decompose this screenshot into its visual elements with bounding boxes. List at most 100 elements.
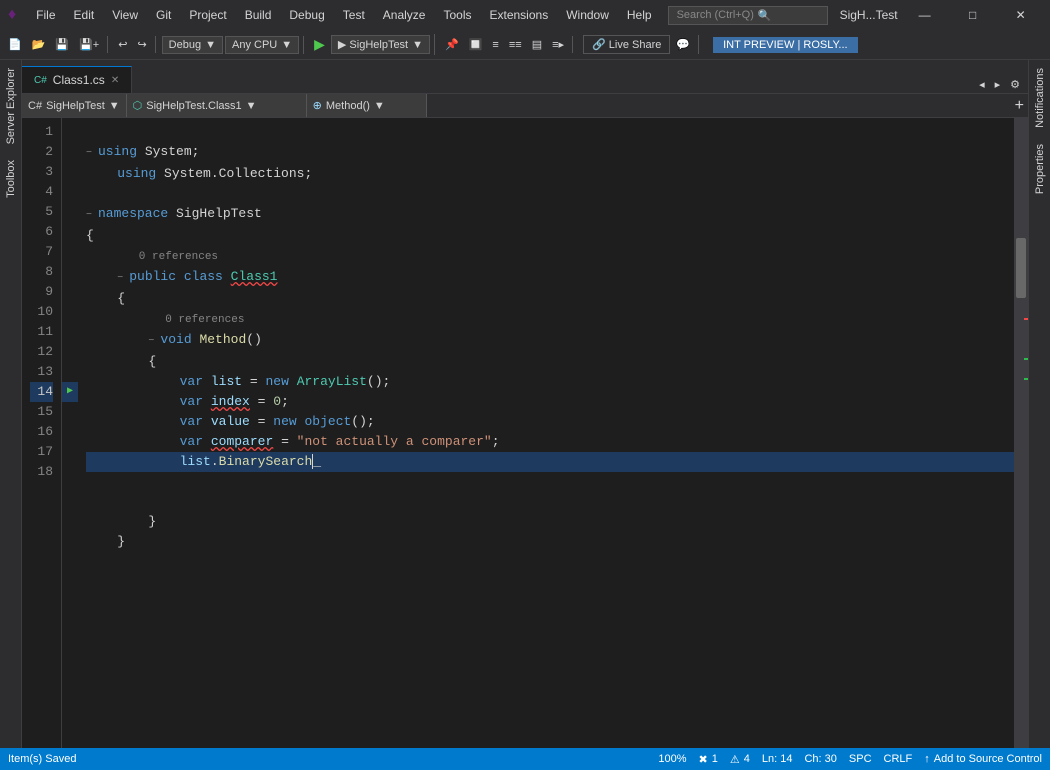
chevron-down-icon: ▼: [281, 39, 292, 51]
run-target-dropdown[interactable]: ▶ SigHelpTest ▼: [331, 35, 430, 54]
sidebar-toolbox[interactable]: Toolbox: [1, 152, 21, 206]
tab-filename: Class1.cs: [53, 73, 105, 87]
tool3-btn[interactable]: ▤: [528, 36, 546, 53]
active-tab[interactable]: C# Class1.cs ✕: [22, 66, 132, 93]
chevron-down-icon: ▼: [374, 100, 385, 112]
menu-build[interactable]: Build: [237, 6, 280, 24]
code-line-8-refs: 0 references: [86, 314, 244, 326]
live-share-btn[interactable]: 🔗 Live Share: [583, 35, 670, 54]
toolbar: 📄 📂 💾 💾+ ↩ ↪ Debug ▼ Any CPU ▼ ▶ ▶ SigHe…: [0, 30, 1050, 60]
scrollbar-thumb[interactable]: [1016, 238, 1026, 298]
code-content[interactable]: −using System; using System.Collections;…: [78, 118, 1014, 748]
toolbar-debug-group: Debug ▼ Any CPU ▼: [162, 36, 304, 54]
chevron-down-icon: ▼: [412, 39, 423, 51]
source-control-item[interactable]: ↑ Add to Source Control: [924, 753, 1042, 765]
window-controls: — □ ✕: [902, 0, 1044, 30]
feedback-btn[interactable]: 💬: [672, 36, 694, 53]
new-project-btn[interactable]: 📄: [4, 36, 26, 53]
source-control-icon: ↑: [924, 753, 930, 765]
line-col: Ln: 14: [762, 753, 793, 765]
tab-settings[interactable]: ⚙: [1006, 76, 1024, 93]
window-title: SigH...Test: [840, 8, 898, 22]
toolbar-liveshare-group: 🔗 Live Share 💬: [583, 35, 699, 54]
code-line-14: list.BinarySearch_: [86, 452, 1014, 472]
error-value: 1: [712, 753, 718, 765]
run-btn[interactable]: ▶: [310, 34, 329, 55]
spc-value: SPC: [849, 753, 872, 765]
scrollbar-right[interactable]: [1014, 118, 1028, 748]
items-saved-text: Item(s) Saved: [8, 753, 76, 765]
error-count[interactable]: ✖ 1: [699, 753, 718, 766]
menu-help[interactable]: Help: [619, 6, 660, 24]
code-line-4: −namespace SigHelpTest: [86, 206, 262, 221]
warning-count[interactable]: ⚠ 4: [730, 753, 750, 766]
ch-value-item: Ch: 30: [804, 753, 836, 765]
class-name: SigHelpTest.Class1: [146, 100, 241, 112]
menu-analyze[interactable]: Analyze: [375, 6, 434, 24]
menu-test[interactable]: Test: [335, 6, 373, 24]
menu-view[interactable]: View: [104, 6, 146, 24]
code-line-2: using System.Collections;: [86, 166, 312, 181]
save-btn[interactable]: 💾: [51, 36, 73, 53]
right-sidebar: Notifications Properties: [1028, 60, 1050, 748]
maximize-button[interactable]: □: [950, 0, 996, 30]
code-line-6-refs: 0 references: [86, 251, 218, 263]
open-btn[interactable]: 📂: [28, 36, 50, 53]
search-box[interactable]: Search (Ctrl+Q) 🔍: [668, 6, 828, 25]
project-icon: C#: [28, 100, 42, 112]
crlf-item[interactable]: CRLF: [884, 753, 913, 765]
pin-btn[interactable]: 📌: [441, 36, 463, 53]
code-line-17: }: [86, 534, 125, 549]
tool4-btn[interactable]: ≡▸: [548, 36, 568, 53]
redo-btn[interactable]: ↪: [133, 36, 150, 53]
menu-file[interactable]: File: [28, 6, 63, 24]
close-button[interactable]: ✕: [998, 0, 1044, 30]
sidebar-properties[interactable]: Properties: [1030, 136, 1050, 202]
title-bar: ♦ File Edit View Git Project Build Debug…: [0, 0, 1050, 30]
line-numbers: 1 2 3 4 5 6 7 8 9 10 11 12 13 14 15 16 1…: [22, 118, 62, 748]
member-name: Method(): [326, 100, 370, 112]
tab-scroll-right[interactable]: ▸: [991, 76, 1005, 93]
code-line-18: [86, 554, 94, 569]
code-line-10: var list = new ArrayList();: [86, 374, 390, 389]
toolbar-new-group: 📄 📂 💾 💾+: [4, 36, 108, 53]
menu-extensions[interactable]: Extensions: [482, 6, 557, 24]
save-all-btn[interactable]: 💾+: [75, 36, 103, 53]
undo-btn[interactable]: ↩: [114, 36, 131, 53]
debug-config-dropdown[interactable]: Debug ▼: [162, 36, 223, 54]
code-line-16: }: [86, 514, 156, 529]
sidebar-server-explorer[interactable]: Server Explorer: [1, 60, 21, 152]
editor-area: C# Class1.cs ✕ ◂ ▸ ⚙ C# SigHelpTest ▼ ⬡ …: [22, 60, 1028, 748]
crlf-value: CRLF: [884, 753, 913, 765]
class-icon: ⬡: [133, 99, 143, 112]
tool1-btn[interactable]: ≡: [488, 37, 502, 53]
code-line-13: var comparer = "not actually a comparer"…: [86, 434, 500, 449]
project-dropdown[interactable]: C# SigHelpTest ▼: [22, 94, 127, 117]
search-icon: 🔍: [758, 9, 772, 22]
spc-item[interactable]: SPC: [849, 753, 872, 765]
zoom-level[interactable]: 100%: [658, 753, 686, 765]
sidebar-notifications[interactable]: Notifications: [1030, 60, 1050, 136]
tab-scroll-left[interactable]: ◂: [975, 76, 989, 93]
diag-btn[interactable]: 🔲: [465, 36, 487, 53]
menu-project[interactable]: Project: [181, 6, 234, 24]
int-preview-btn[interactable]: INT PREVIEW | ROSLY...: [713, 37, 858, 53]
zoom-value: 100%: [658, 753, 686, 765]
tab-close-btn[interactable]: ✕: [111, 75, 119, 86]
chevron-down-icon: ▼: [205, 39, 216, 51]
menu-edit[interactable]: Edit: [66, 6, 103, 24]
nav-add-btn[interactable]: +: [1011, 95, 1028, 117]
tool2-btn[interactable]: ≡≡: [505, 37, 526, 53]
member-dropdown[interactable]: ⊕ Method() ▼: [307, 94, 427, 117]
code-line-3: [86, 186, 94, 201]
class-dropdown[interactable]: ⬡ SigHelpTest.Class1 ▼: [127, 94, 307, 117]
menu-debug[interactable]: Debug: [281, 6, 332, 24]
menu-window[interactable]: Window: [558, 6, 617, 24]
code-line-12: var value = new object();: [86, 414, 375, 429]
menu-tools[interactable]: Tools: [435, 6, 479, 24]
code-editor[interactable]: 1 2 3 4 5 6 7 8 9 10 11 12 13 14 15 16 1…: [22, 118, 1028, 748]
csharp-icon: C#: [34, 75, 47, 86]
minimize-button[interactable]: —: [902, 0, 948, 30]
menu-git[interactable]: Git: [148, 6, 179, 24]
platform-dropdown[interactable]: Any CPU ▼: [225, 36, 299, 54]
